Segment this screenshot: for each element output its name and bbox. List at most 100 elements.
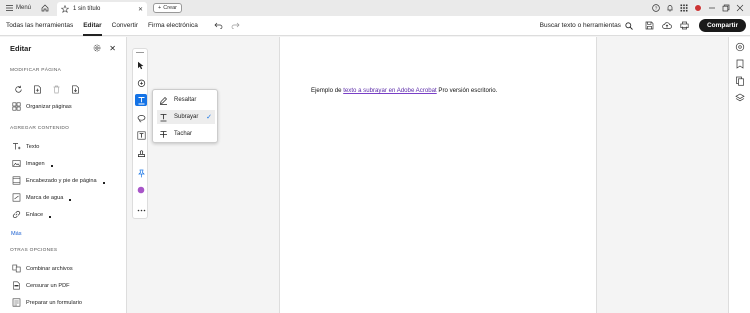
section-add-content: AGREGAR CONTENIDO <box>10 126 70 131</box>
share-button[interactable]: Compartir <box>698 19 746 32</box>
document-text-after: Pro versión escritorio. <box>436 87 498 94</box>
watermark-item[interactable]: Marca de agua <box>12 193 72 202</box>
extract-page-icon[interactable] <box>71 85 80 94</box>
add-image-icon <box>12 159 21 168</box>
watermark-label: Marca de agua <box>26 194 64 201</box>
menu-item-underline[interactable]: Subrayar ✓ <box>157 110 215 124</box>
menu-item-highlight[interactable]: Resaltar <box>157 93 215 107</box>
plus-icon: + <box>158 5 162 11</box>
prepare-form-icon <box>12 298 21 307</box>
flyout-indicator-icon <box>49 215 52 218</box>
document-tab[interactable]: 1 sin título ✕ <box>57 2 148 16</box>
more-icon <box>137 209 146 212</box>
upload-cloud-icon[interactable] <box>662 21 672 30</box>
delete-icon[interactable] <box>52 85 61 94</box>
add-text-box-tool[interactable] <box>135 129 147 141</box>
document-text-before: Ejemplo de <box>311 87 344 94</box>
redact-pdf-label: Censurar un PDF <box>26 282 70 289</box>
link-item[interactable]: Enlace <box>12 210 52 219</box>
bookmark-comments-button[interactable] <box>735 59 745 69</box>
tab-convert[interactable]: Convertir <box>112 16 138 36</box>
checkmark-icon: ✓ <box>206 114 212 121</box>
home-button[interactable] <box>37 0 53 16</box>
flyout-indicator-icon <box>102 181 105 184</box>
organize-pages-icon <box>12 102 21 111</box>
add-text-item[interactable]: Texto <box>12 142 39 151</box>
quick-tools-bar <box>132 48 148 219</box>
insert-page-icon[interactable] <box>33 85 42 94</box>
organize-pages-item[interactable]: Organizar páginas <box>12 102 72 111</box>
comment-add-icon <box>137 79 146 88</box>
combine-files-item[interactable]: Combinar archivos <box>12 264 73 273</box>
menu-item-strikethrough-label: Tachar <box>174 131 193 137</box>
color-tool[interactable] <box>135 184 147 196</box>
section-other-options: OTRAS OPCIONES <box>10 248 58 253</box>
more-link[interactable]: Más <box>11 231 22 237</box>
text-box-icon <box>137 131 146 140</box>
star-icon[interactable] <box>61 5 70 13</box>
menu-item-strikethrough[interactable]: Tachar <box>157 127 215 141</box>
strikethrough-icon <box>159 130 168 139</box>
close-panel-icon[interactable]: ✕ <box>109 44 116 53</box>
flyout-indicator-icon <box>69 198 72 201</box>
home-icon <box>41 4 49 12</box>
comment-tool[interactable] <box>135 77 147 89</box>
more-tools-button[interactable] <box>135 204 147 216</box>
drag-handle[interactable] <box>136 52 144 53</box>
stamp-tool[interactable] <box>135 147 147 159</box>
lasso-draw-tool[interactable] <box>135 112 147 124</box>
ai-assistant-icon <box>735 42 745 52</box>
layers-icon <box>735 93 745 103</box>
sidebar-title: Editar <box>10 43 32 53</box>
underline-icon <box>159 113 168 122</box>
print-icon[interactable] <box>680 21 689 30</box>
section-modify-page: MODIFICAR PÁGINA <box>10 68 62 73</box>
minimize-icon[interactable] <box>708 4 716 12</box>
apps-grid-icon[interactable] <box>680 4 688 12</box>
title-bar: Menú 1 sin título ✕ + Crear ? <box>0 0 750 16</box>
redact-pdf-item[interactable]: Censurar un PDF <box>12 281 70 290</box>
create-button[interactable]: + Crear <box>153 3 182 13</box>
text-markup-tool[interactable] <box>135 94 147 106</box>
redact-icon <box>12 281 21 290</box>
close-tab-icon[interactable]: ✕ <box>138 6 143 13</box>
prepare-form-label: Preparar un formulario <box>26 299 82 306</box>
link-icon <box>12 210 21 219</box>
help-icon[interactable]: ? <box>652 4 660 12</box>
flyout-indicator-icon <box>50 164 53 167</box>
restore-icon[interactable] <box>722 4 730 12</box>
notifications-icon[interactable] <box>666 4 674 12</box>
redo-icon[interactable] <box>231 22 240 29</box>
tab-all-tools[interactable]: Todas las herramientas <box>6 16 73 36</box>
layers-button[interactable] <box>735 93 745 103</box>
tab-edit[interactable]: Editar <box>83 16 103 36</box>
gear-icon[interactable] <box>93 44 101 52</box>
ai-assistant-button[interactable] <box>735 42 745 52</box>
link-label: Enlace <box>26 211 44 218</box>
menu-label: Menú <box>16 5 32 11</box>
pages-button[interactable] <box>735 76 745 86</box>
menu-button[interactable]: Menú <box>0 0 37 16</box>
save-icon[interactable] <box>645 21 654 30</box>
pages-icon <box>735 76 745 86</box>
pin-icon <box>137 169 146 178</box>
bookmark-icon <box>735 59 745 69</box>
create-label: Crear <box>163 5 177 11</box>
rotate-icon[interactable] <box>14 85 23 94</box>
close-window-icon[interactable] <box>736 4 744 12</box>
add-image-item[interactable]: Imagen <box>12 159 53 168</box>
highlight-pen-icon <box>159 96 168 105</box>
avatar[interactable] <box>694 4 702 12</box>
text-underline-icon <box>137 96 146 105</box>
document-page[interactable]: Ejemplo de texto a subrayar en Adobe Acr… <box>279 37 597 313</box>
search-tools[interactable]: Buscar texto o herramientas <box>540 21 633 30</box>
prepare-form-item[interactable]: Preparar un formulario <box>12 298 82 307</box>
select-tool[interactable] <box>135 59 147 71</box>
document-paragraph[interactable]: Ejemplo de texto a subrayar en Adobe Acr… <box>311 87 497 94</box>
pin-tool[interactable] <box>135 167 147 179</box>
header-footer-item[interactable]: Encabezado y pie de página <box>12 176 105 185</box>
undo-icon[interactable] <box>214 22 223 29</box>
underlined-text[interactable]: texto a subrayar en Adobe Acrobat <box>343 87 437 94</box>
tab-e-signature[interactable]: Firma electrónica <box>148 16 198 36</box>
cursor-icon <box>137 61 145 70</box>
